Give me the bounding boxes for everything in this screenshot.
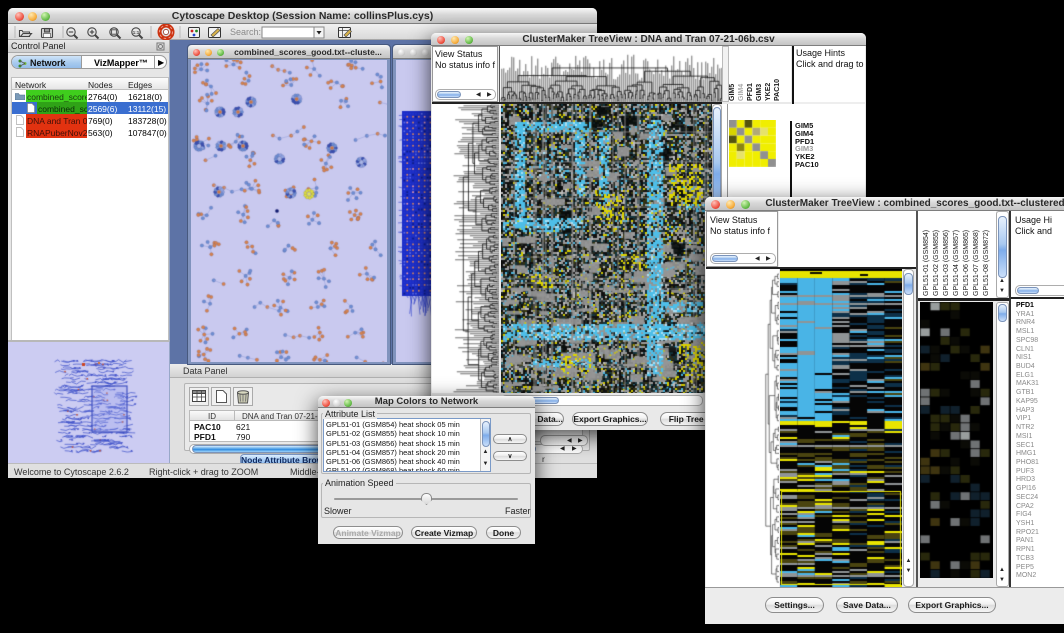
svg-text:1:1: 1:1: [133, 30, 140, 35]
svg-text:Search:: Search:: [230, 27, 261, 37]
